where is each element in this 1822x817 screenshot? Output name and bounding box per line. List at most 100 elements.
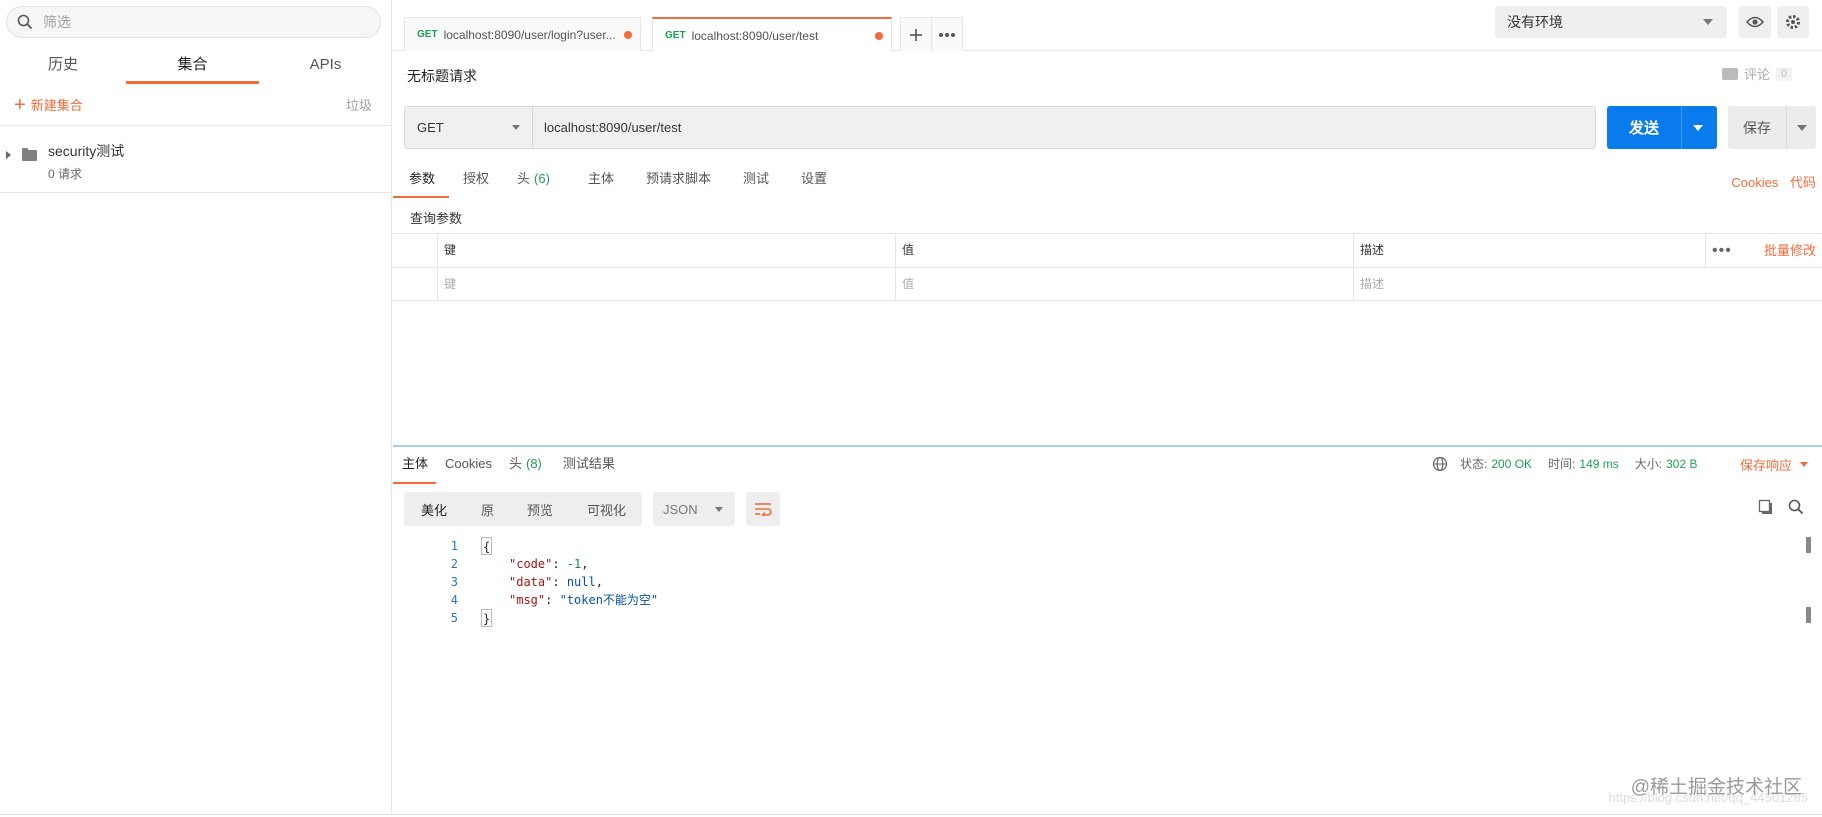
table-header-row: 键 值 描述 ••• 批量修改 [393,233,1822,267]
sidebar: 历史 集合 APIs + 新建集合 垃圾 security测试 0 请求 [0,0,392,815]
status-label: 状态: [1460,457,1488,471]
filter-input[interactable] [43,14,343,30]
caret-right-icon[interactable] [6,151,11,159]
status-value[interactable]: 200 OK [1491,457,1532,471]
url-input[interactable] [533,107,1595,148]
new-tab-button[interactable] [900,17,932,51]
tab-tests[interactable]: 测试 [725,166,787,198]
tab-label: 授权 [463,171,490,186]
chevron-down-icon [1703,19,1713,25]
more-horizontal-icon[interactable]: ••• [1712,241,1732,261]
format-value: JSON [663,501,698,517]
wrap-lines-icon [755,503,772,516]
send-button[interactable]: 发送 [1607,106,1717,149]
tab-label: localhost:8090/user/test [691,28,819,43]
copy-icon[interactable] [1758,499,1774,518]
send-options-icon[interactable] [1693,124,1703,131]
chevron-down-icon [715,507,723,512]
comments-button[interactable]: 评论 0 [1722,64,1793,83]
code-text: } [481,609,493,627]
size-value[interactable]: 302 B [1666,457,1697,471]
scrollbar-marker[interactable] [1806,607,1811,623]
tab-history[interactable]: 历史 [0,48,126,84]
code-line: 3 "data": null , [430,573,658,591]
format-select[interactable]: JSON [653,492,735,526]
tab-response-cookies[interactable]: Cookies [436,451,501,481]
tab-collections[interactable]: 集合 [126,48,259,84]
response-headers-count: (8) [526,456,542,471]
tab-label: 测试 [742,171,769,186]
save-response-button[interactable]: 保存响应 [1740,455,1809,474]
line-number: 4 [450,593,458,607]
column-header-value: 值 [895,234,1353,267]
view-raw[interactable]: 原 [464,500,510,519]
tab-test-results[interactable]: 测试结果 [554,451,624,481]
tab-label: 测试结果 [562,456,615,471]
search-icon [17,14,33,30]
cookies-link[interactable]: Cookies [1731,175,1778,190]
scrollbar-marker[interactable] [1806,537,1811,553]
settings-button[interactable] [1777,6,1809,38]
bulk-edit-link[interactable]: 批量修改 [1764,234,1816,267]
param-value-input[interactable]: 值 [895,268,1353,300]
view-pretty[interactable]: 美化 [404,500,464,519]
comments-label: 评论 [1744,67,1771,82]
response-subtabs: 主体 Cookies 头 (8) 测试结果 [393,451,624,484]
tab-response-headers[interactable]: 头 (8) [501,451,554,481]
tab-settings[interactable]: 设置 [787,166,841,198]
trash-button[interactable]: 垃圾 [346,95,372,114]
tab-params[interactable]: 参数 [393,166,450,198]
tab-apis[interactable]: APIs [259,48,392,84]
code-link[interactable]: 代码 [1790,175,1816,190]
param-description-input[interactable]: 描述 [1353,268,1822,300]
tab-label: 主体 [402,456,429,471]
environment-select[interactable]: 没有环境 [1495,6,1727,38]
new-collection-label: 新建集合 [30,98,83,113]
response-meta: 状态: 200 OK 时间: 149 ms 大小: 302 B [1432,455,1713,472]
request-tab-login[interactable]: GET localhost:8090/user/login?user... [404,17,641,51]
pane-divider[interactable] [393,445,1822,447]
wrap-lines-button[interactable] [746,492,780,526]
tab-headers[interactable]: 头 (6) [503,166,570,198]
comments-count: 0 [1776,66,1793,81]
tab-body[interactable]: 主体 [570,166,632,198]
collection-request-count: 0 请求 [48,167,83,181]
tab-pre-request-script[interactable]: 预请求脚本 [632,166,725,198]
environment-value: 没有环境 [1507,14,1563,30]
view-visualize[interactable]: 可视化 [570,500,630,519]
request-tab-bar: GET localhost:8090/user/login?user... GE… [393,0,1822,52]
line-number: 5 [450,611,458,625]
view-preview[interactable]: 预览 [510,500,570,519]
globe-icon[interactable] [1432,456,1448,472]
save-options-icon[interactable] [1797,124,1807,131]
tab-label: 参数 [409,171,436,186]
gear-icon [1786,15,1800,29]
request-tab-test[interactable]: GET localhost:8090/user/test [652,17,892,52]
response-body-editor[interactable]: 1 { 2 "code": -1 , 3 "data": null , 4 "m… [430,537,658,627]
plus-icon: + [14,93,26,116]
time-value[interactable]: 149 ms [1579,457,1618,471]
search-icon[interactable] [1788,499,1804,518]
new-collection-button[interactable]: + 新建集合 [14,93,83,116]
request-title[interactable]: 无标题请求 [407,66,477,86]
filter-box[interactable] [6,6,381,38]
tab-authorization[interactable]: 授权 [449,166,503,198]
request-links: Cookies 代码 [1719,172,1816,191]
tab-more-button[interactable] [931,17,963,51]
method-select[interactable]: GET [405,107,533,148]
save-button[interactable]: 保存 [1728,106,1816,149]
tab-label: 头 [517,171,531,186]
code-line: 5 } [430,609,658,627]
line-number: 1 [450,539,458,553]
sidebar-actions: + 新建集合 垃圾 [0,84,392,126]
table-tools: ••• 批量修改 [1705,234,1822,267]
send-label: 发送 [1628,120,1659,137]
tab-response-body[interactable]: 主体 [393,451,437,484]
line-number: 3 [450,575,458,589]
request-subtabs: 参数 授权 头 (6) 主体 预请求脚本 测试 设置 [393,166,841,198]
environment-quick-look-button[interactable] [1739,6,1771,38]
row-handle [393,234,437,267]
response-view-modes: 美化 原 预览 可视化 [404,492,642,526]
param-key-input[interactable]: 键 [437,268,895,300]
collection-item[interactable]: security测试 0 请求 [0,127,392,193]
